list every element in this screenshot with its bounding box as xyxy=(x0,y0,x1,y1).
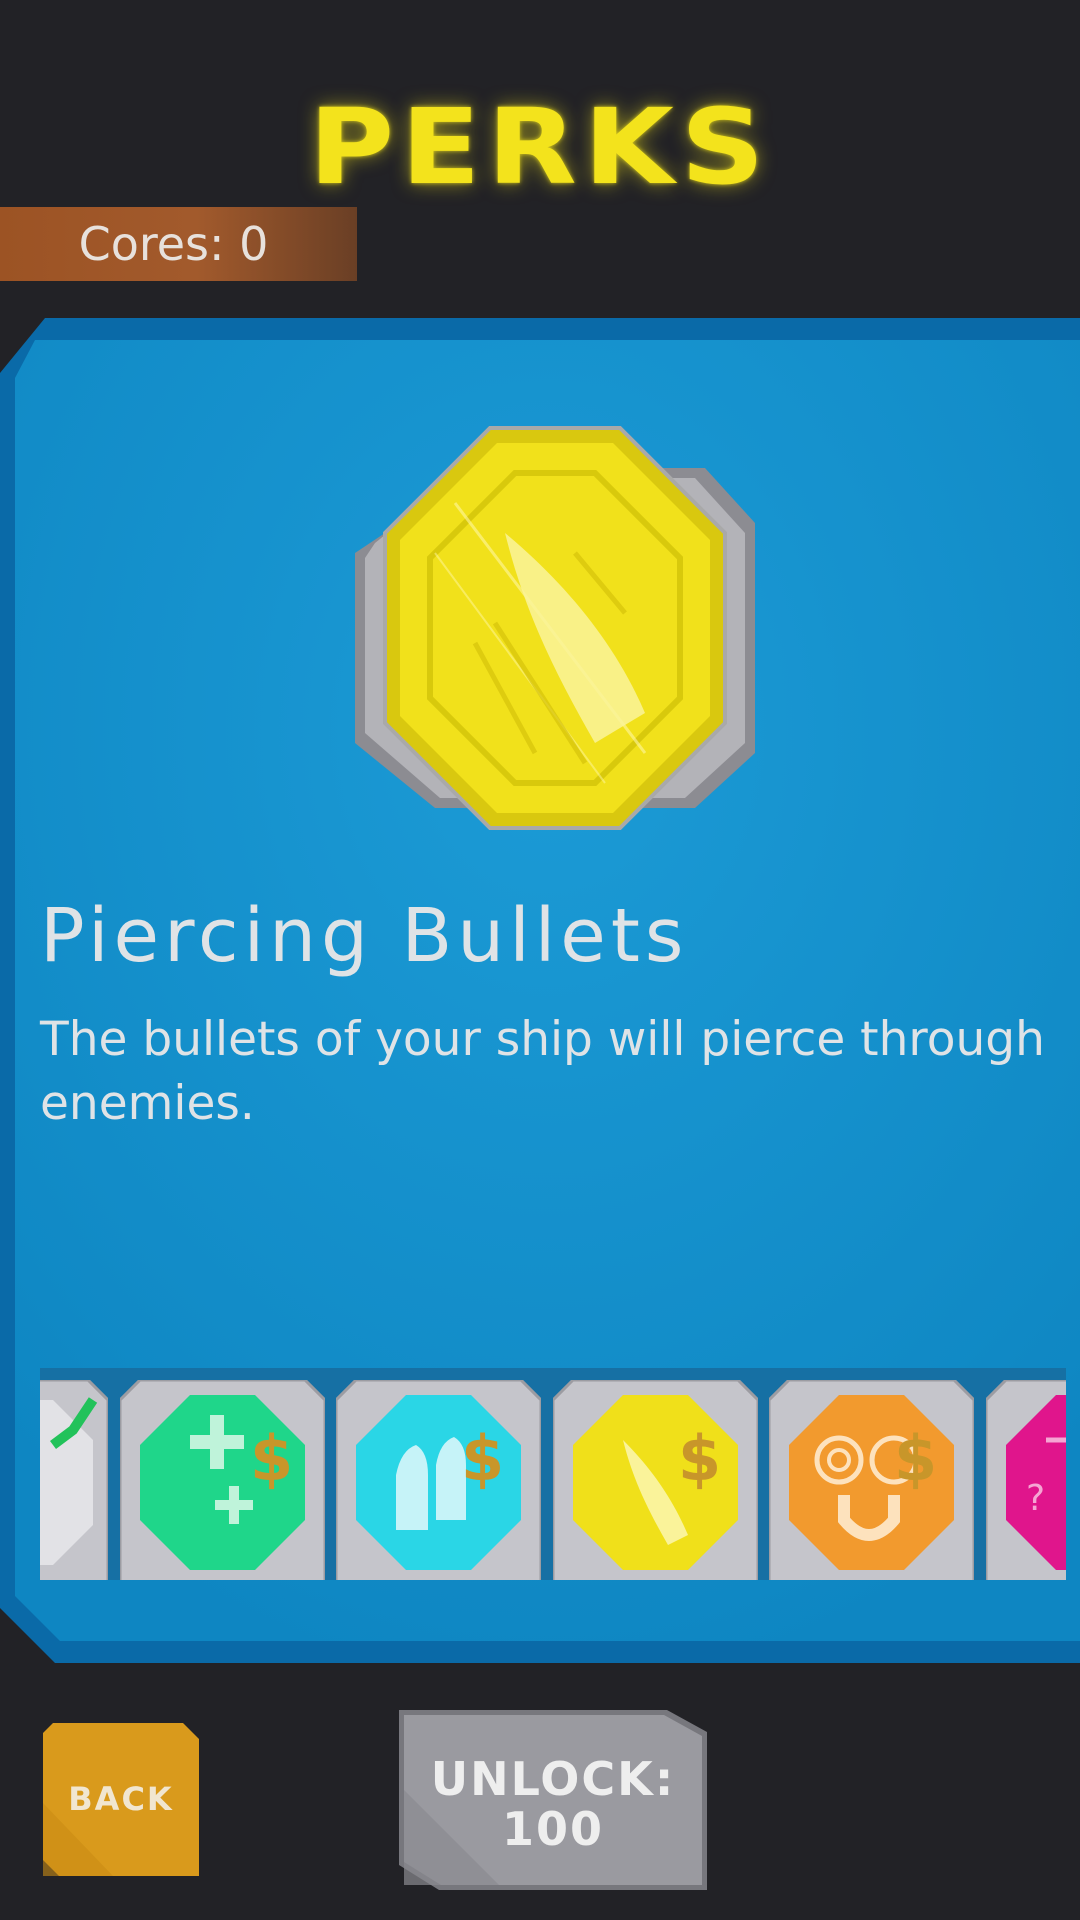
health-plus-icon: $ xyxy=(120,1380,325,1580)
svg-text:$: $ xyxy=(250,1422,293,1495)
bullet-icon: $ xyxy=(336,1380,541,1580)
svg-text:?: ? xyxy=(1026,1478,1045,1519)
svg-text:$: $ xyxy=(894,1422,937,1495)
perk-slot-unlocked[interactable] xyxy=(40,1380,108,1580)
perk-slot-piercing[interactable]: $ xyxy=(553,1380,758,1580)
mystery-icon: ? xyxy=(986,1380,1066,1580)
unlock-label-line1: UNLOCK: xyxy=(430,1752,676,1806)
perk-slot-mystery[interactable]: ? xyxy=(986,1380,1066,1580)
screen-title: PERKS xyxy=(308,86,772,208)
unlocked-check-icon xyxy=(40,1380,108,1580)
svg-text:$: $ xyxy=(461,1422,504,1495)
cores-counter: Cores: 0 xyxy=(0,207,357,281)
perk-name: Piercing Bullets xyxy=(40,893,689,979)
back-button-label: BACK xyxy=(68,1780,174,1818)
piercing-bullet-icon: $ xyxy=(553,1380,758,1580)
unlock-button[interactable]: UNLOCK: 100 xyxy=(399,1710,707,1890)
perk-description: The bullets of your ship will pierce thr… xyxy=(40,1012,1045,1131)
perk-slot-magnet[interactable]: $ xyxy=(769,1380,974,1580)
perk-detail-card: Piercing Bullets The bullets of your shi… xyxy=(0,318,1080,1663)
unlock-button-label: UNLOCK: 100 xyxy=(399,1754,707,1854)
piercing-bullet-icon xyxy=(355,426,755,830)
svg-text:$: $ xyxy=(678,1422,721,1495)
perk-slot-health[interactable]: $ xyxy=(120,1380,325,1580)
perk-slot-bullet[interactable]: $ xyxy=(336,1380,541,1580)
magnet-icon: $ xyxy=(769,1380,974,1580)
unlock-cost: 100 xyxy=(501,1802,605,1856)
perk-carousel[interactable]: $ $ $ $ ? xyxy=(40,1368,1066,1580)
back-button[interactable]: BACK xyxy=(43,1723,199,1876)
selected-perk-medal xyxy=(345,423,765,853)
